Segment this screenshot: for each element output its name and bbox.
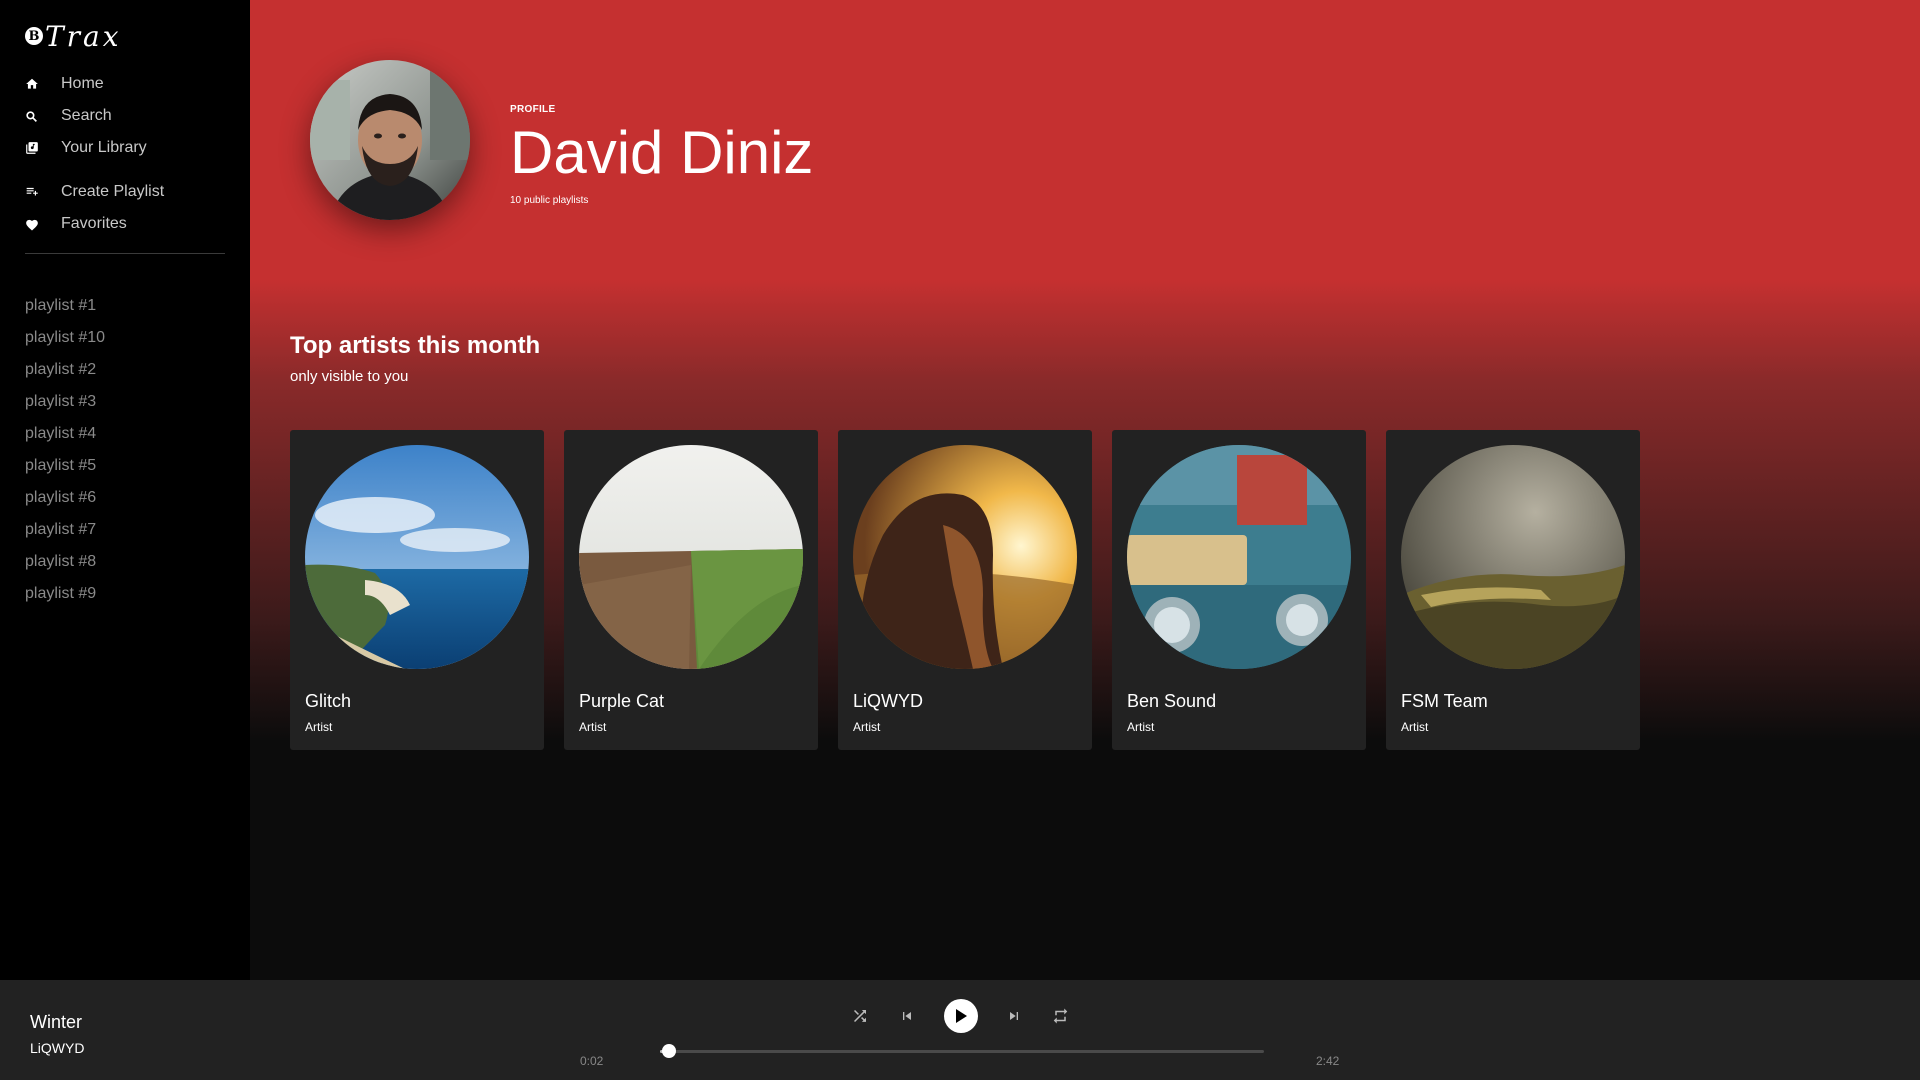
profile-name: David Diniz xyxy=(510,119,814,186)
playlist-item[interactable]: playlist #8 xyxy=(25,546,225,578)
artist-name: FSM Team xyxy=(1401,691,1488,711)
current-time: 0:02 xyxy=(580,1054,604,1068)
artist-card[interactable]: FSM Team Artist xyxy=(1386,430,1640,750)
artist-card[interactable]: Purple Cat Artist xyxy=(564,430,818,750)
artist-type: Artist xyxy=(1401,720,1429,734)
playlist-item[interactable]: playlist #10 xyxy=(25,322,225,354)
artist-type: Artist xyxy=(1127,720,1155,734)
artist-type: Artist xyxy=(853,720,881,734)
playlist-add-icon xyxy=(25,185,61,199)
artist-type: Artist xyxy=(305,720,333,734)
total-time: 2:42 xyxy=(1316,1054,1340,1068)
artist-image xyxy=(1127,445,1351,669)
playlist-list: playlist #1 playlist #10 playlist #2 pla… xyxy=(25,290,225,610)
section-title: Top artists this month xyxy=(290,332,541,359)
artist-image xyxy=(853,445,1077,669)
home-icon xyxy=(25,77,61,91)
nav-label: Create Playlist xyxy=(61,183,165,200)
now-playing-artist: LiQWYD xyxy=(30,1040,85,1056)
playlist-item[interactable]: playlist #1 xyxy=(25,290,225,322)
profile-header: PROFILE David Diniz 10 public playlists xyxy=(250,0,1920,280)
nav-label: Home xyxy=(61,75,104,92)
previous-icon[interactable] xyxy=(899,1008,915,1024)
artist-name: LiQWYD xyxy=(853,691,924,711)
now-playing-title: Winter xyxy=(30,1012,83,1032)
nav-label: Favorites xyxy=(61,215,127,232)
nav-item-library[interactable]: Your Library xyxy=(25,132,225,164)
artist-name: Ben Sound xyxy=(1127,691,1217,711)
artist-type: Artist xyxy=(579,720,607,734)
artist-name: Glitch xyxy=(305,691,352,711)
nav-item-create-playlist[interactable]: Create Playlist xyxy=(25,176,225,208)
main-nav: Home Search Your Library Create Playlist xyxy=(25,68,225,240)
app-logo[interactable]: B Trax xyxy=(25,18,122,54)
play-icon xyxy=(954,1008,968,1024)
player-bar: Winter LiQWYD 0:02 2:42 xyxy=(0,980,1920,1080)
artist-card[interactable]: Ben Sound Artist xyxy=(1112,430,1366,750)
logo-text: Trax xyxy=(45,19,122,53)
playlist-item[interactable]: playlist #3 xyxy=(25,386,225,418)
artist-card[interactable]: LiQWYD Artist xyxy=(838,430,1092,750)
nav-item-home[interactable]: Home xyxy=(25,68,225,100)
sidebar: B Trax Home Search Your Library Create P… xyxy=(0,0,250,980)
nav-item-search[interactable]: Search xyxy=(25,100,225,132)
artist-cards: Glitch Artist Purple Cat Artist LiQWYD A… xyxy=(290,430,1640,750)
nav-item-favorites[interactable]: Favorites xyxy=(25,208,225,240)
profile-avatar xyxy=(310,60,470,220)
logo-mark: B xyxy=(25,27,43,45)
artist-image xyxy=(305,445,529,669)
artist-name: Purple Cat xyxy=(579,691,665,711)
playlist-item[interactable]: playlist #2 xyxy=(25,354,225,386)
playlist-item[interactable]: playlist #9 xyxy=(25,578,225,610)
play-button[interactable] xyxy=(943,999,978,1033)
playback-controls xyxy=(850,998,1070,1034)
profile-playlist-count: 10 public playlists xyxy=(510,195,589,206)
heart-icon xyxy=(25,218,61,231)
artist-card[interactable]: Glitch Artist xyxy=(290,430,544,750)
profile-kicker: PROFILE xyxy=(510,104,556,115)
progress-slider[interactable] xyxy=(660,1044,1264,1058)
section-subtitle: only visible to you xyxy=(290,368,409,385)
main-content: PROFILE David Diniz 10 public playlists … xyxy=(250,0,1920,980)
nav-label: Search xyxy=(61,107,112,124)
sidebar-divider xyxy=(25,253,225,254)
playlist-item[interactable]: playlist #5 xyxy=(25,450,225,482)
profile-info: PROFILE David Diniz 10 public playlists xyxy=(510,104,813,206)
artist-image xyxy=(579,445,803,669)
playlist-item[interactable]: playlist #7 xyxy=(25,514,225,546)
shuffle-icon[interactable] xyxy=(850,1007,870,1025)
repeat-icon[interactable] xyxy=(1051,1007,1070,1025)
search-icon xyxy=(25,110,61,123)
app-root: B Trax Home Search Your Library Create P… xyxy=(0,0,1920,1080)
library-icon xyxy=(25,141,61,155)
playlist-item[interactable]: playlist #6 xyxy=(25,482,225,514)
nav-label: Your Library xyxy=(61,139,147,156)
next-icon[interactable] xyxy=(1006,1008,1022,1024)
progress-thumb[interactable] xyxy=(662,1044,677,1058)
playlist-item[interactable]: playlist #4 xyxy=(25,418,225,450)
artist-image xyxy=(1401,445,1625,669)
